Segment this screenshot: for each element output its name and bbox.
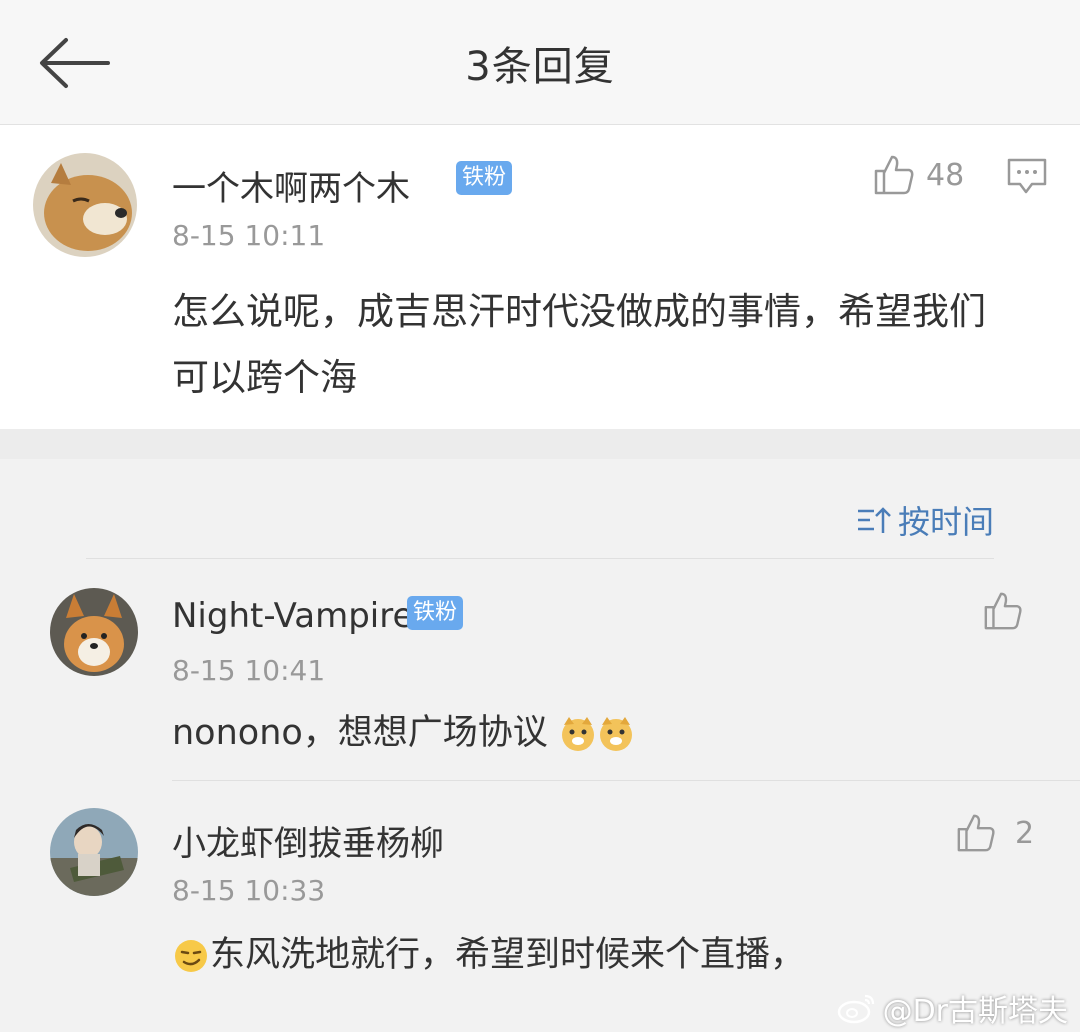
comment-icon [1007, 158, 1047, 194]
main-comment: 一个木啊两个木 铁粉 8-15 10:11 48 怎么说呢，成吉思汗时代没做成的… [0, 125, 1080, 429]
like-button[interactable]: 2 [955, 812, 1034, 854]
top-bar: 3条回复 [0, 0, 1080, 125]
doge-emoji-icon [599, 717, 632, 751]
reply-text-content: 东风洗地就行，希望到时候来个直播， [210, 935, 806, 975]
weibo-logo-icon [837, 994, 874, 1024]
doge-emoji-icon [561, 717, 594, 751]
timestamp: 8-15 10:33 [172, 874, 326, 907]
section-divider [0, 429, 1080, 459]
timestamp: 8-15 10:11 [172, 219, 326, 252]
like-button[interactable] [982, 590, 1024, 632]
like-count: 2 [1015, 815, 1035, 851]
avatar[interactable] [50, 808, 138, 896]
username[interactable]: 小龙虾倒拔垂杨柳 [172, 816, 444, 865]
divider [172, 780, 1080, 781]
sort-by-time-button[interactable]: 按时间 [856, 497, 994, 543]
thumbs-up-icon [957, 814, 995, 852]
sort-icon [857, 507, 891, 533]
avatar[interactable] [33, 153, 137, 257]
reply-button[interactable] [1006, 157, 1048, 201]
like-button[interactable]: 48 [872, 153, 964, 197]
comment-text: 怎么说呢，成吉思汗时代没做成的事情，希望我们可以跨个海 [172, 290, 986, 399]
username[interactable]: Night-Vampire [172, 596, 413, 636]
reply-text: 东风洗地就行，希望到时候来个直播， [172, 922, 805, 988]
avatar[interactable] [50, 588, 138, 676]
smirk-emoji-icon [175, 940, 207, 972]
thumbs-up-icon [874, 155, 914, 195]
username[interactable]: 一个木啊两个木 [172, 161, 410, 210]
reply-text: nonono，想想广场协议 [172, 700, 635, 766]
like-count: 48 [926, 157, 965, 193]
page-title: 3条回复 [465, 44, 615, 90]
sort-label: 按时间 [897, 503, 994, 541]
thumbs-up-icon [984, 592, 1022, 630]
divider [86, 558, 994, 559]
fan-badge: 铁粉 [407, 596, 464, 630]
reply-text-content: nonono，想想广场协议 [172, 713, 548, 753]
watermark: @Dr古斯塔夫 [837, 986, 1068, 1030]
timestamp: 8-15 10:41 [172, 654, 326, 687]
watermark-text: @Dr古斯塔夫 [882, 994, 1068, 1029]
fan-badge: 铁粉 [456, 161, 513, 195]
